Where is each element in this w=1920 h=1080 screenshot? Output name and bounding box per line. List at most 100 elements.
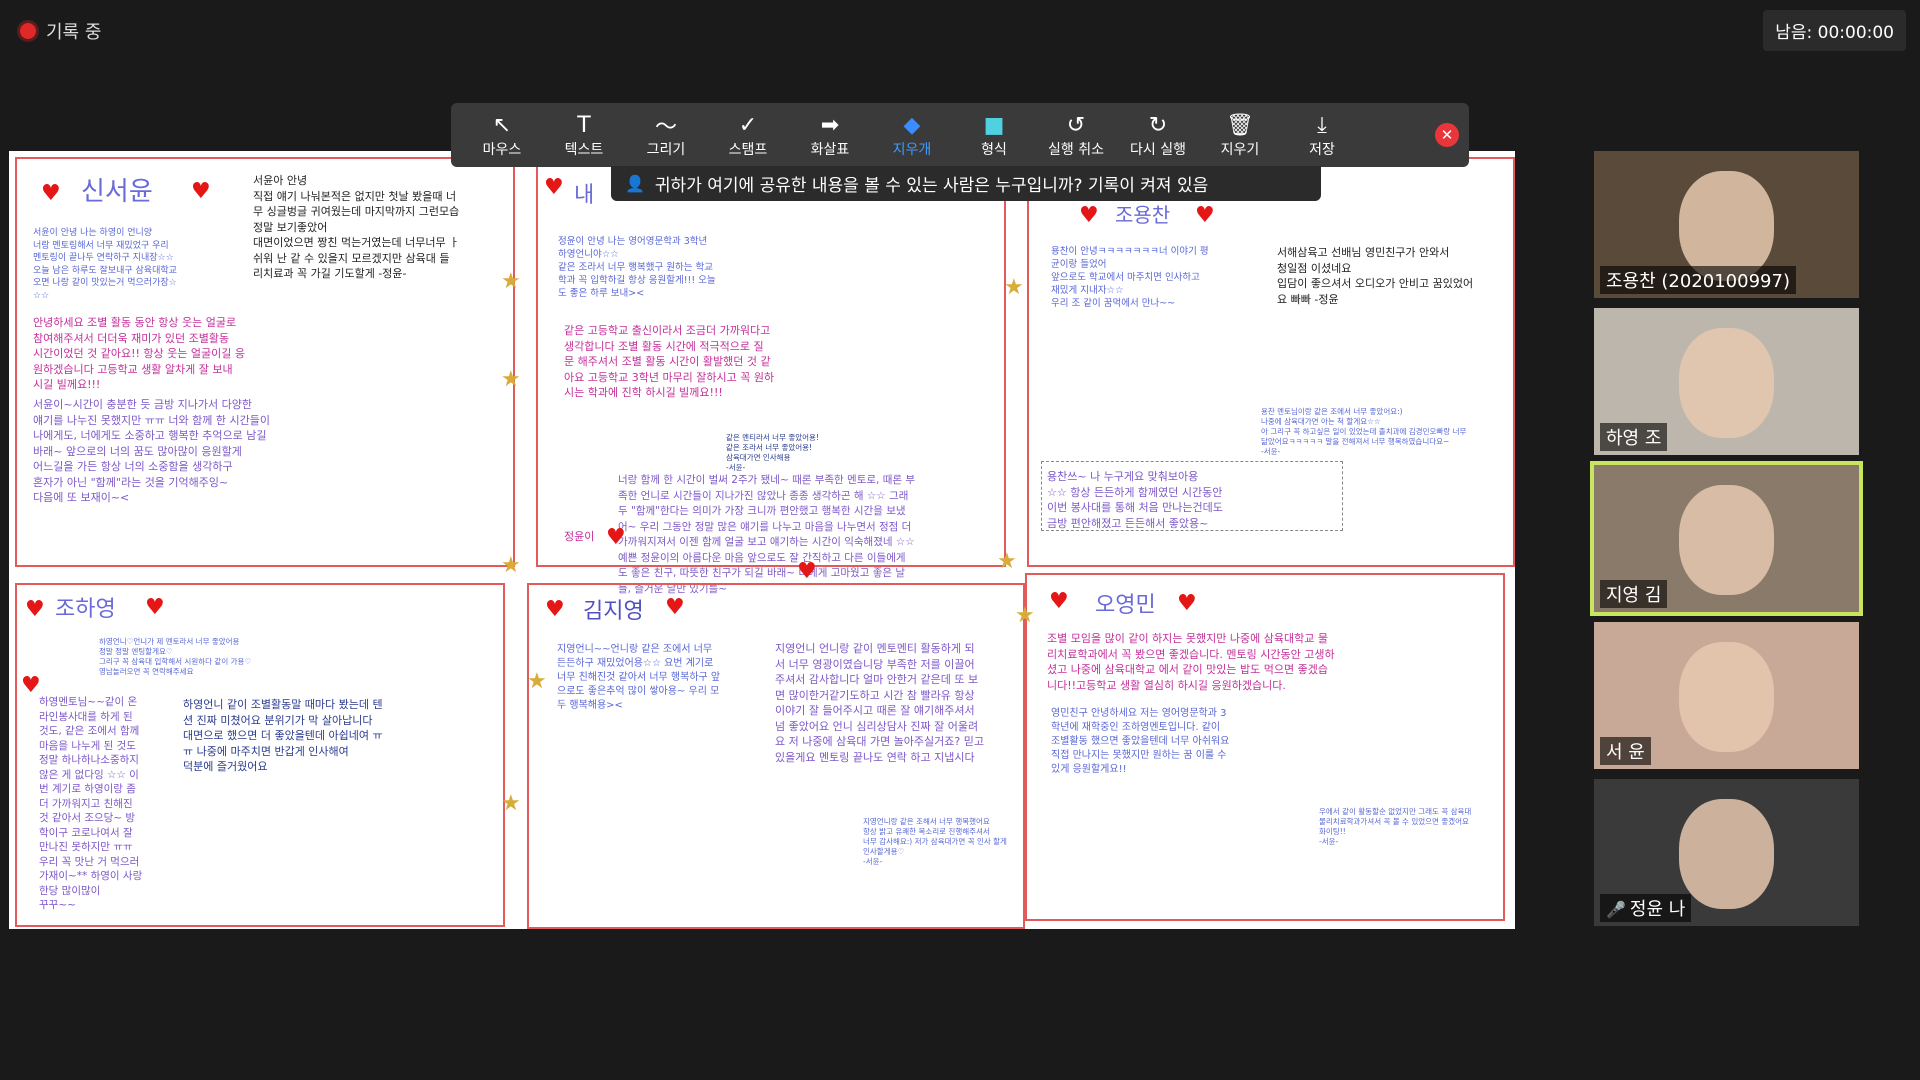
participant-name: 서 윤 bbox=[1600, 737, 1651, 765]
participant-tile[interactable]: 서 윤 bbox=[1594, 622, 1859, 769]
participant-name-text: 하영 조 bbox=[1606, 428, 1662, 449]
message-text: 지영언니~~언니랑 같은 조에서 너무 든든하구 재밌었어용☆☆ 요번 계기로 … bbox=[557, 644, 721, 711]
message-text: 용찬쓰~ 나 누구게요 맞춰보아용 ☆☆ 항상 든든하게 함께였던 시간동안 이… bbox=[1047, 470, 1223, 530]
tool-redo[interactable]: ↻ 다시 실행 bbox=[1117, 111, 1199, 159]
card-cho-yongchan: ♥ 조용찬 ♥ 용찬이 안녕ㅋㅋㅋㅋㅋㅋㅋ너 이야기 평 균이랑 들었어 앞으로… bbox=[1027, 157, 1515, 567]
heart-icon: ♥ bbox=[1049, 589, 1069, 614]
tool-label: 텍스트 bbox=[564, 142, 604, 158]
participant-name: 🎤 정윤 나 bbox=[1600, 894, 1692, 922]
format-icon: ■ bbox=[983, 112, 1005, 138]
card-shin-seoyun: ♥ 신서윤 ♥ 서윤아 안녕 직접 얘기 나눠본적은 없지만 첫날 봤을때 너 … bbox=[15, 157, 515, 567]
message-text: 정윤이 안녕 나는 영어영문학과 3학년 하영언니야☆☆ 같은 조라서 너무 행… bbox=[558, 236, 716, 299]
participant-name-text: 서 윤 bbox=[1606, 742, 1645, 763]
star-icon: ★ bbox=[501, 553, 521, 578]
heart-icon: ♥ bbox=[191, 179, 211, 204]
tool-format[interactable]: ■ 형식 bbox=[953, 111, 1035, 159]
message-text: 하영언니 같이 조별활동말 때마다 봤는데 텐 션 진짜 미쳤어요 분위기가 막… bbox=[183, 698, 383, 773]
participant-name: 하영 조 bbox=[1600, 423, 1668, 451]
muted-mic-icon: 🎤 bbox=[1606, 900, 1626, 919]
star-icon: ★ bbox=[501, 367, 521, 392]
mouse-icon: ↖ bbox=[492, 112, 512, 138]
redo-icon: ↻ bbox=[1148, 112, 1168, 138]
participant-video bbox=[1679, 485, 1774, 595]
card-kim-jiyoung: ♥ 김지영 ♥ 지영언니~~언니랑 같은 조에서 너무 든든하구 재밌었어용☆☆… bbox=[527, 583, 1025, 929]
people-icon: 👤 bbox=[625, 174, 645, 193]
tool-label: 저장 bbox=[1309, 142, 1335, 158]
participant-name: 지영 김 bbox=[1600, 580, 1668, 608]
label-jeongyun: 정윤이 bbox=[564, 530, 595, 543]
tool-label: 형식 bbox=[981, 142, 1007, 158]
participant-tile[interactable]: 🎤 정윤 나 bbox=[1594, 779, 1859, 926]
message-text: 지영언니 언니랑 같이 멘토멘티 활동하게 되 서 너무 영광이였습니당 부족한… bbox=[775, 642, 984, 764]
message-text: 서윤이~시간이 충분한 듯 금방 지나가서 다양한 얘기를 나누진 못했지만 ㅠ… bbox=[33, 398, 270, 504]
star-icon: ★ bbox=[501, 269, 521, 294]
heart-icon: ♥ bbox=[41, 181, 61, 206]
message-text: 같은 고등학교 출신이라서 조금더 가까워다고 생각합니다 조별 활동 시간에 … bbox=[564, 324, 775, 399]
message-text: 안녕하세요 조별 활동 동안 항상 웃는 얼굴로 참여해주셔서 더더욱 재미가 … bbox=[33, 316, 245, 391]
heart-icon: ♥ bbox=[1195, 203, 1215, 228]
card-cho-hayoung: ♥ 조하영 ♥ 하영언니♡언니가 제 멘토라서 너무 좋았어용 정말 정말 엔팅… bbox=[15, 583, 505, 927]
heart-icon: ♥ bbox=[1079, 203, 1099, 228]
arrow-icon: ➡ bbox=[820, 112, 840, 138]
heart-icon: ♥ bbox=[145, 595, 165, 620]
tool-clear[interactable]: 🗑 지우기 bbox=[1199, 111, 1281, 159]
message-text: 서윤아 안녕 직접 얘기 나눠본적은 없지만 첫날 봤을때 너 무 싱글벙글 귀… bbox=[253, 174, 460, 280]
heart-icon: ♥ bbox=[797, 559, 817, 584]
heart-icon: ♥ bbox=[665, 595, 685, 620]
participant-tile[interactable]: 하영 조 bbox=[1594, 308, 1859, 455]
heart-icon: ♥ bbox=[606, 525, 626, 550]
clear-icon: 🗑 bbox=[1226, 112, 1254, 138]
card-oh-youngmin: ♥ 오영민 ♥ 조별 모임을 많이 같이 하지는 못했지만 나중에 삼육대학교 … bbox=[1025, 573, 1505, 921]
participant-tile[interactable]: 지영 김 bbox=[1590, 461, 1863, 616]
message-text: 서윤이 안녕 나는 하영이 언니양 너랑 멘토링해서 너무 재밌었구 우리 멘토… bbox=[33, 228, 177, 301]
participant-video bbox=[1679, 642, 1774, 752]
star-icon: ★ bbox=[997, 549, 1017, 574]
recording-indicator[interactable]: 기록 중 bbox=[20, 18, 101, 44]
star-icon: ★ bbox=[1015, 603, 1035, 628]
tool-label: 마우스 bbox=[482, 142, 522, 158]
eraser-icon: ◆ bbox=[903, 112, 921, 138]
shared-whiteboard[interactable]: ♥ 신서윤 ♥ 서윤아 안녕 직접 얘기 나눠본적은 없지만 첫날 봤을때 너 … bbox=[9, 151, 1515, 929]
tool-draw[interactable]: 〜 그리기 bbox=[625, 111, 707, 159]
tool-stamp[interactable]: ✓ 스탬프 bbox=[707, 111, 789, 159]
tool-label: 실행 취소 bbox=[1048, 142, 1104, 158]
card-name: 조용찬 bbox=[1115, 203, 1171, 227]
tool-eraser[interactable]: ◆ 지우개 bbox=[871, 111, 953, 159]
card-name: 김지영 bbox=[583, 599, 644, 624]
tool-save[interactable]: ⤓ 저장 bbox=[1281, 111, 1363, 159]
draw-icon: 〜 bbox=[654, 115, 677, 140]
message-text: 조별 모임을 많이 같이 하지는 못했지만 나중에 삼육대학교 물 리치료학과에… bbox=[1047, 632, 1335, 692]
card-name: 내 bbox=[574, 183, 595, 208]
message-text: 하영멘토님~~같이 온 라인봉사대를 하게 된 것도, 같은 조에서 함께 마음… bbox=[39, 696, 143, 911]
participant-name-text: 정윤 나 bbox=[1629, 899, 1686, 920]
participant-tile[interactable]: 조용찬 (2020100997) bbox=[1594, 151, 1859, 298]
timer-remaining: 남음: 00:00:00 bbox=[1763, 10, 1906, 51]
card-jeongyun: ♥ 내 정윤이 안녕 나는 영어영문학과 3학년 하영언니야☆☆ 같은 조라서 … bbox=[536, 157, 1006, 595]
participant-video bbox=[1679, 799, 1774, 909]
heart-icon: ♥ bbox=[25, 597, 45, 622]
tool-undo[interactable]: ↺ 실행 취소 bbox=[1035, 111, 1117, 159]
close-toolbar-button[interactable]: ✕ bbox=[1435, 123, 1459, 147]
message-text: 같은 멘티라서 너무 좋았어용! 같은 조라서 너무 좋았어용! 삼육대가면 인… bbox=[726, 433, 819, 472]
participant-name-text: 지영 김 bbox=[1606, 585, 1662, 606]
heart-icon: ♥ bbox=[21, 673, 41, 698]
card-name: 신서윤 bbox=[81, 177, 153, 207]
tool-label: 지우기 bbox=[1220, 142, 1260, 158]
share-info-text: 귀하가 여기에 공유한 내용을 볼 수 있는 사람은 누구입니까? 기록이 켜져… bbox=[654, 176, 1209, 196]
participant-video bbox=[1679, 328, 1774, 438]
record-dot-icon bbox=[20, 23, 36, 39]
message-text: 하영언니♡언니가 제 멘토라서 너무 좋았어용 정말 정말 엔팅할게요♡ 그리구… bbox=[99, 637, 252, 676]
undo-icon: ↺ bbox=[1066, 112, 1086, 138]
tool-label: 화살표 bbox=[810, 142, 850, 158]
share-info-bar[interactable]: 👤 귀하가 여기에 공유한 내용을 볼 수 있는 사람은 누구입니까? 기록이 … bbox=[611, 166, 1321, 201]
tool-label: 그리기 bbox=[646, 142, 686, 158]
message-text: 서해삼육고 선배님 영민친구가 안와서 청일점 이셨네요 입담이 좋으셔서 오디… bbox=[1277, 246, 1474, 306]
heart-icon: ♥ bbox=[545, 597, 565, 622]
heart-icon: ♥ bbox=[1177, 591, 1197, 616]
heart-icon: ♥ bbox=[544, 175, 564, 200]
tool-mouse[interactable]: ↖ 마우스 bbox=[461, 111, 543, 159]
tool-arrow[interactable]: ➡ 화살표 bbox=[789, 111, 871, 159]
tool-text[interactable]: T 텍스트 bbox=[543, 111, 625, 159]
message-text: 영민친구 안녕하세요 저는 영어영문학과 3 학년에 재학중인 조하영멘토입니다… bbox=[1051, 708, 1230, 775]
card-name: 조하영 bbox=[55, 597, 116, 622]
